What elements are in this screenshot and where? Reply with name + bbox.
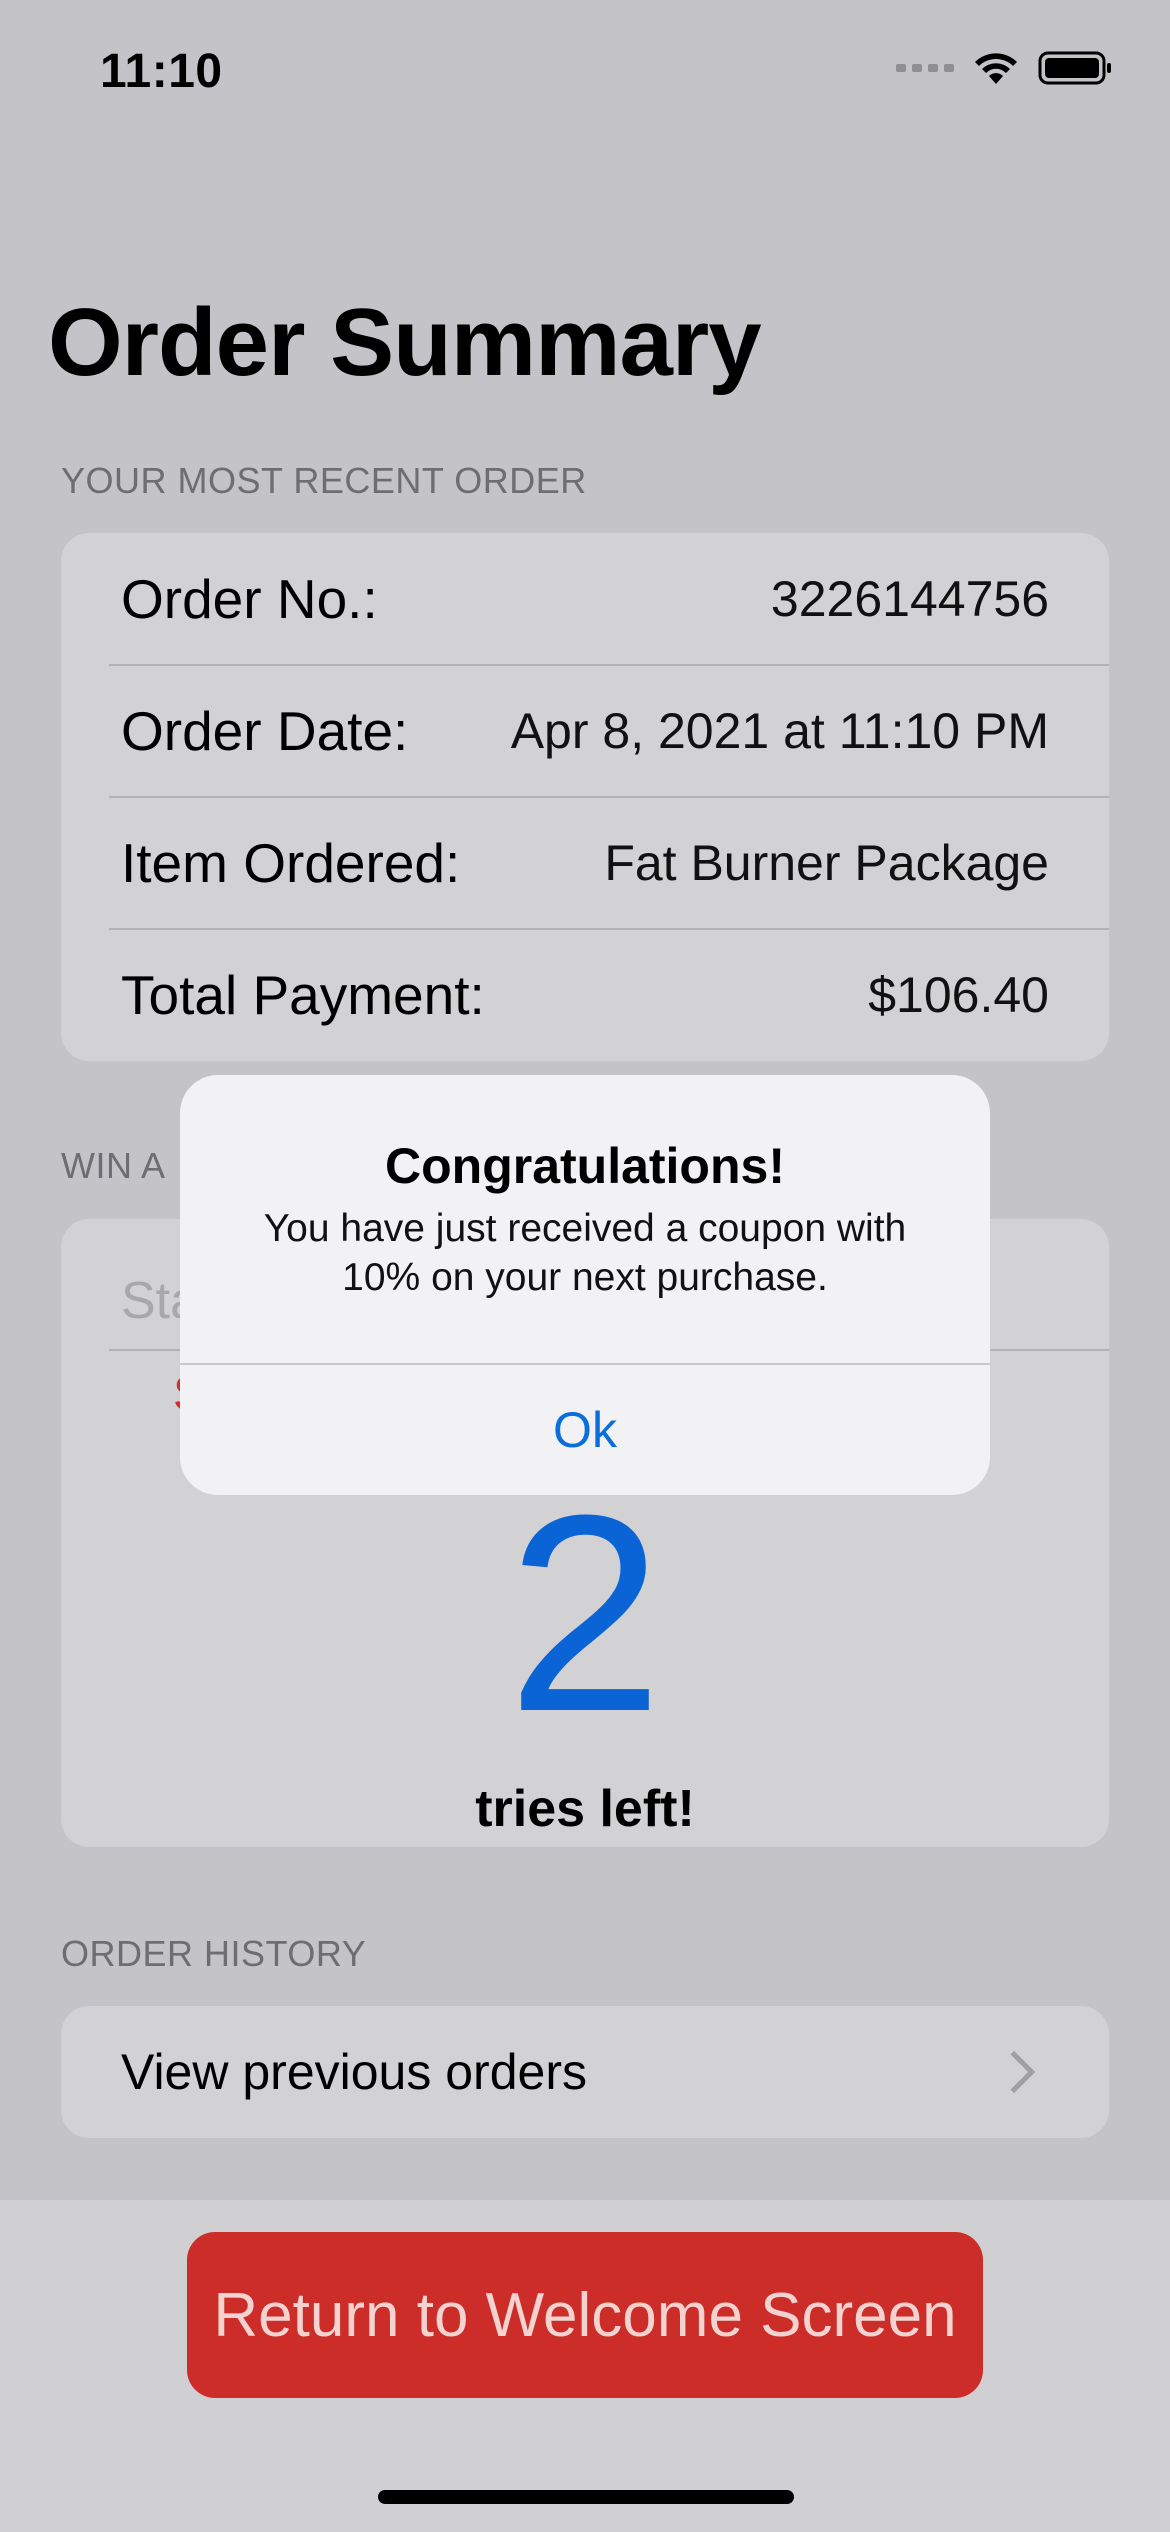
cellular-signal-icon	[896, 64, 954, 72]
recent-order-header: YOUR MOST RECENT ORDER	[61, 460, 587, 501]
order-number-row: Order No.: 3226144756	[121, 533, 1049, 665]
total-payment-label: Total Payment:	[121, 964, 485, 1026]
wifi-icon	[975, 53, 1017, 84]
tries-left-label: tries left!	[475, 1780, 695, 1838]
alert-title: Congratulations!	[385, 1138, 785, 1194]
home-indicator	[378, 2490, 794, 2504]
total-payment-row: Total Payment: $106.40	[121, 929, 1049, 1061]
order-number-label: Order No.:	[121, 568, 378, 630]
total-payment-value: $106.40	[868, 967, 1049, 1023]
item-ordered-value: Fat Burner Package	[604, 835, 1049, 891]
item-ordered-row: Item Ordered: Fat Burner Package	[121, 797, 1049, 929]
chevron-right-icon	[992, 2050, 1036, 2094]
order-date-value: Apr 8, 2021 at 11:10 PM	[510, 703, 1049, 759]
order-date-row: Order Date: Apr 8, 2021 at 11:10 PM	[121, 665, 1049, 797]
win-section-header: WIN A	[61, 1145, 166, 1186]
status-icons	[896, 50, 1114, 86]
order-date-label: Order Date:	[121, 700, 409, 762]
order-history-header: ORDER HISTORY	[61, 1933, 367, 1974]
view-previous-orders-label: View previous orders	[121, 2044, 587, 2100]
congratulations-alert: Congratulations! You have just received …	[180, 1075, 990, 1495]
view-previous-orders-cell[interactable]: View previous orders	[61, 2006, 1109, 2138]
item-ordered-label: Item Ordered:	[121, 832, 461, 894]
history-row-content: View previous orders	[121, 2006, 1049, 2138]
battery-icon	[1038, 51, 1111, 85]
recent-order-card: Order No.: 3226144756 Order Date: Apr 8,…	[61, 533, 1109, 1061]
tries-count: 2	[507, 1458, 663, 1770]
return-to-welcome-button[interactable]: Return to Welcome Screen	[187, 2232, 983, 2398]
alert-message: You have just received a coupon with 10%…	[263, 1207, 907, 1299]
page-title: Order Summary	[48, 289, 762, 396]
alert-ok-button[interactable]: Ok	[180, 1365, 990, 1495]
status-time: 11:10	[100, 45, 223, 98]
order-number-value: 3226144756	[770, 571, 1049, 627]
